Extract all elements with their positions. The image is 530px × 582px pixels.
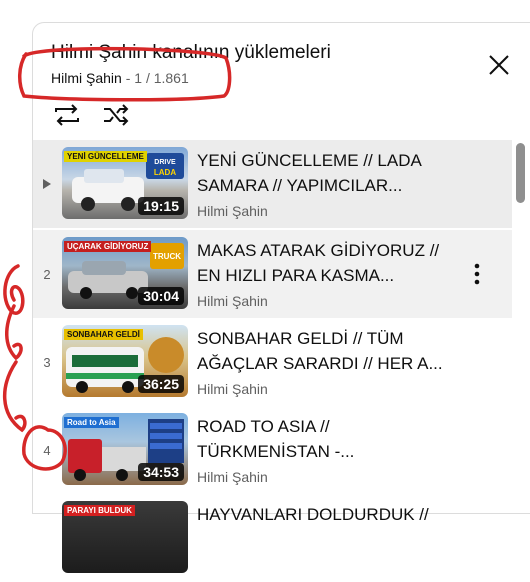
subtitle-separator: - — [125, 70, 131, 86]
channel-link[interactable]: Hilmi Şahin — [51, 70, 122, 86]
play-indicator-icon — [43, 179, 51, 189]
video-duration: 30:04 — [138, 287, 184, 305]
video-title[interactable]: ROAD TO ASIA // TÜRKMENİSTAN -... — [197, 414, 447, 464]
playlist-title: Hilmi Şahin kanalının yüklemeleri — [51, 42, 331, 63]
loop-button[interactable] — [52, 100, 82, 130]
video-title[interactable]: HAYVANLARI DOLDURDUK // — [197, 502, 447, 527]
close-button[interactable] — [484, 50, 514, 80]
playlist-position: 1 / 1.861 — [134, 70, 189, 86]
item-index: 3 — [43, 354, 51, 370]
shuffle-button[interactable] — [101, 100, 131, 130]
shuffle-icon — [104, 104, 129, 126]
playlist-item[interactable]: 4 Road to Asia 34:53 ROAD TO ASIA // TÜR… — [33, 406, 512, 494]
thumbnail-caption: YENİ GÜNCELLEME — [64, 151, 147, 162]
video-title[interactable]: SONBAHAR GELDİ // TÜM AĞAÇLAR SARARDI //… — [197, 326, 447, 376]
video-duration: 34:53 — [138, 463, 184, 481]
playlist-item[interactable]: 3 SONBAHAR GELDİ 36:25 SONBAHAR GELDİ //… — [33, 318, 512, 406]
more-actions-button[interactable] — [465, 260, 489, 288]
video-thumbnail[interactable]: TRUCK UÇARAK GİDİYORUZ 30:04 — [62, 237, 188, 309]
playlist-subtitle: Hilmi Şahin - 1 / 1.861 — [51, 70, 189, 86]
video-thumbnail[interactable]: PARAYI BULDUK — [62, 501, 188, 573]
more-vert-icon — [474, 263, 480, 285]
video-channel[interactable]: Hilmi Şahin — [197, 469, 268, 485]
video-duration: 36:25 — [138, 375, 184, 393]
video-channel[interactable]: Hilmi Şahin — [197, 381, 268, 397]
scrollbar-thumb[interactable] — [516, 143, 525, 203]
item-index: 4 — [43, 442, 51, 458]
video-title[interactable]: YENİ GÜNCELLEME // LADA SAMARA // YAPIMC… — [197, 148, 447, 198]
item-index: 2 — [43, 266, 51, 282]
svg-text:DRIVE: DRIVE — [154, 159, 176, 166]
thumbnail-caption: PARAYI BULDUK — [64, 505, 135, 516]
svg-text:LADA: LADA — [154, 168, 176, 177]
thumbnail-caption: Road to Asia — [64, 417, 119, 428]
video-thumbnail[interactable]: DRIVE LADA YENİ GÜNCELLEME 19:15 — [62, 147, 188, 219]
svg-text:TRUCK: TRUCK — [153, 252, 181, 261]
video-title[interactable]: MAKAS ATARAK GİDİYORUZ // EN HIZLI PARA … — [197, 238, 447, 288]
close-icon — [489, 55, 509, 75]
video-thumbnail[interactable]: SONBAHAR GELDİ 36:25 — [62, 325, 188, 397]
playlist-item[interactable]: PARAYI BULDUK HAYVANLARI DOLDURDUK // — [33, 494, 512, 582]
video-thumbnail[interactable]: Road to Asia 34:53 — [62, 413, 188, 485]
video-channel[interactable]: Hilmi Şahin — [197, 203, 268, 219]
now-playing-indicator — [33, 140, 61, 228]
thumbnail-caption: SONBAHAR GELDİ — [64, 329, 143, 340]
playlist-item[interactable]: 2 TRUCK UÇARAK GİDİYORUZ 30:04 MAKAS ATA… — [33, 230, 512, 318]
video-duration: 19:15 — [138, 197, 184, 215]
loop-icon — [55, 104, 79, 126]
video-channel[interactable]: Hilmi Şahin — [197, 293, 268, 309]
playlist-item[interactable]: DRIVE LADA YENİ GÜNCELLEME 19:15 YENİ GÜ… — [33, 140, 512, 228]
thumbnail-caption: UÇARAK GİDİYORUZ — [64, 241, 152, 252]
